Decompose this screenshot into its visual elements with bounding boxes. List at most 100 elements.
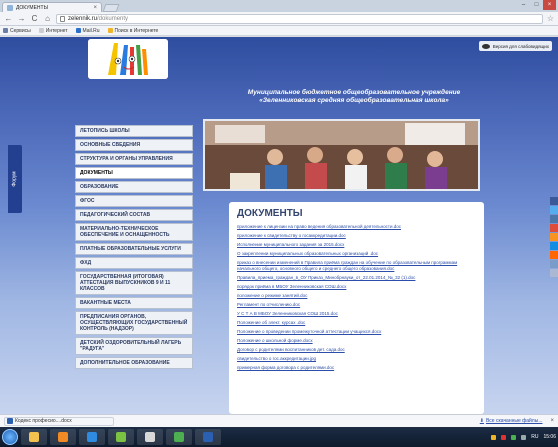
document-link[interactable]: О закреплении муниципальных образователь…	[237, 251, 476, 257]
maximize-icon[interactable]: □	[530, 0, 543, 10]
social-share-icon[interactable]	[550, 197, 558, 205]
taskbar-app[interactable]	[166, 429, 192, 445]
tray-icon[interactable]	[491, 434, 497, 440]
social-share-icon[interactable]	[550, 224, 558, 232]
bookmark-item[interactable]: Поиск в Интернете	[107, 28, 158, 34]
social-share-icon[interactable]	[550, 260, 558, 268]
downloads-bar: Кодекс професио....docx ⬇ Все скачанные …	[0, 414, 558, 427]
bookmark-icon	[3, 28, 8, 33]
taskbar-app[interactable]	[21, 429, 47, 445]
page-favicon-icon	[7, 4, 13, 11]
social-share-icon[interactable]	[550, 215, 558, 223]
menu-item[interactable]: ОБРАЗОВАНИЕ	[75, 181, 193, 193]
close-downloads-icon[interactable]: ×	[550, 418, 554, 424]
bookmark-star-icon[interactable]: ☆	[547, 14, 554, 23]
ie-icon	[87, 432, 97, 442]
menu-item[interactable]: ЛЕТОПИСЬ ШКОЛЫ	[75, 125, 193, 137]
reload-icon[interactable]: C	[30, 14, 39, 23]
menu-item[interactable]: ГОСУДАРСТВЕННАЯ (ИТОГОВАЯ) АТТЕСТАЦИЯ ВЫ…	[75, 271, 193, 295]
document-link[interactable]: положение о режиме занятий.doc	[237, 293, 476, 299]
document-link[interactable]: У С Т А В МБОУ Зеленниковская СОШ 2015.d…	[237, 311, 476, 317]
social-share-icon[interactable]	[550, 242, 558, 250]
school-logo[interactable]	[88, 39, 168, 79]
taskbar-app[interactable]	[137, 429, 163, 445]
documents-panel: ДОКУМЕНТЫ приложение к лицензии на право…	[229, 202, 484, 414]
social-share-icon[interactable]	[550, 269, 558, 277]
school-name-line-1: Муниципальное бюджетное общеобразователь…	[247, 89, 461, 96]
document-link[interactable]: примерная форма договора с родителями.do…	[237, 365, 476, 371]
page-title: ДОКУМЕНТЫ	[237, 208, 303, 219]
url-input[interactable]: zelennik.ru /dokumenty	[56, 13, 543, 24]
close-window-icon[interactable]: ×	[543, 0, 556, 10]
school-name-heading: Муниципальное бюджетное общеобразователь…	[224, 89, 484, 105]
window-controls: – □ ×	[517, 0, 556, 10]
menu-item[interactable]: ФХД	[75, 257, 193, 269]
back-arrow-icon[interactable]: ←	[4, 14, 13, 23]
menu-item[interactable]: ДОКУМЕНТЫ	[75, 167, 193, 179]
document-link[interactable]: Регламент по отчислению.doc	[237, 302, 476, 308]
social-share-icon[interactable]	[550, 251, 558, 259]
download-arrow-icon: ⬇	[479, 418, 484, 424]
browser-tab[interactable]: ДОКУМЕНТЫ ×	[2, 2, 102, 12]
social-share-icon[interactable]	[550, 233, 558, 241]
document-link[interactable]: Исполнение муниципального задания за 201…	[237, 242, 476, 248]
web-page: Версия для слабовидящих Муниципальное бю…	[0, 37, 558, 414]
menu-item[interactable]: СТРУКТУРА И ОРГАНЫ УПРАВЛЕНИЯ	[75, 153, 193, 165]
document-link[interactable]: приложение к лицензии на право ведения о…	[237, 224, 476, 230]
minimize-icon[interactable]: –	[517, 0, 530, 10]
menu-item[interactable]: ВАКАНТНЫЕ МЕСТА	[75, 297, 193, 309]
tray-icon[interactable]	[521, 434, 527, 440]
main-menu: ЛЕТОПИСЬ ШКОЛЫ ОСНОВНЫЕ СВЕДЕНИЯ СТРУКТУРА…	[75, 125, 193, 371]
taskbar-app[interactable]	[195, 429, 221, 445]
low-vision-version-button[interactable]: Версия для слабовидящих	[478, 41, 552, 51]
document-link[interactable]: приложение к свидетельству о госаккредит…	[237, 233, 476, 239]
show-all-downloads-link[interactable]: ⬇ Все скачанные файлы...	[480, 418, 543, 424]
document-link[interactable]: порядок приёма в МБОУ Зеленниковская СОШ…	[237, 284, 476, 290]
forum-side-tab[interactable]: Форум	[8, 145, 22, 213]
document-link[interactable]: Правила_приема_граждан_в_ОУ Приказ_Миноб…	[237, 275, 476, 281]
school-photo-banner	[203, 119, 480, 191]
document-link[interactable]: свидетельство о гос.аккредитации.jpg	[237, 356, 476, 362]
menu-item[interactable]: ПРЕДПИСАНИЯ ОРГАНОВ, ОСУЩЕСТВЛЯЮЩИХ ГОСУ…	[75, 311, 193, 335]
home-icon[interactable]: ⌂	[43, 14, 52, 23]
taskbar-app[interactable]	[108, 429, 134, 445]
document-link[interactable]: Положение об элект. курсах .doc	[237, 320, 476, 326]
menu-item[interactable]: ОСНОВНЫЕ СВЕДЕНИЯ	[75, 139, 193, 151]
menu-item[interactable]: ДЕТСКИЙ ОЗДОРОВИТЕЛЬНЫЙ ЛАГЕРЬ "РАДУГА"	[75, 337, 193, 355]
document-link[interactable]: Положение о проведении промежуточной атт…	[237, 329, 476, 335]
presentation-icon	[145, 432, 155, 442]
language-indicator[interactable]: RU	[531, 434, 538, 440]
tray-icon[interactable]	[501, 434, 507, 440]
social-share-icon[interactable]	[550, 206, 558, 214]
chrome-icon	[174, 432, 184, 442]
eye-icon	[481, 43, 490, 49]
word-icon	[203, 432, 213, 442]
tray-icon[interactable]	[511, 434, 517, 440]
document-link[interactable]: Положение о школьной форме.docx	[237, 338, 476, 344]
download-item[interactable]: Кодекс професио....docx	[4, 416, 114, 426]
bookmark-item[interactable]: Сервисы	[3, 28, 31, 34]
menu-item[interactable]: ДОПОЛНИТЕЛЬНОЕ ОБРАЗОВАНИЕ	[75, 357, 193, 369]
document-link[interactable]: приказ о внесении изменений в Правила пр…	[237, 260, 476, 272]
forum-label: Форум	[12, 171, 19, 187]
close-tab-icon[interactable]: ×	[93, 5, 97, 11]
bookmark-item[interactable]: Mail.Ru	[75, 28, 100, 34]
social-share-bar	[550, 197, 558, 278]
forward-arrow-icon[interactable]: →	[17, 14, 26, 23]
menu-item[interactable]: ФГОС	[75, 195, 193, 207]
pencils-illustration-icon	[88, 39, 168, 79]
document-link[interactable]: Договор с родителями воспитанников дет. …	[237, 347, 476, 353]
new-tab-button[interactable]	[102, 4, 120, 12]
bookmark-item[interactable]: Интернет	[38, 28, 68, 34]
menu-item[interactable]: МАТЕРИАЛЬНО-ТЕХНИЧЕСКОЕ ОБЕСПЕЧЕНИЕ И ОС…	[75, 223, 193, 241]
taskbar-app[interactable]	[50, 429, 76, 445]
page-info-icon[interactable]	[60, 15, 65, 22]
taskbar-app[interactable]	[79, 429, 105, 445]
show-all-downloads-label: Все скачанные файлы...	[485, 418, 543, 424]
clock[interactable]: 15:06	[543, 434, 556, 440]
menu-item[interactable]: ПЕДАГОГИЧЕСКИЙ СОСТАВ	[75, 209, 193, 221]
start-button[interactable]	[2, 429, 18, 445]
menu-item[interactable]: ПЛАТНЫЕ ОБРАЗОВАТЕЛЬНЫЕ УСЛУГИ	[75, 243, 193, 255]
word-document-icon	[7, 418, 13, 424]
bookmark-icon	[75, 28, 81, 33]
